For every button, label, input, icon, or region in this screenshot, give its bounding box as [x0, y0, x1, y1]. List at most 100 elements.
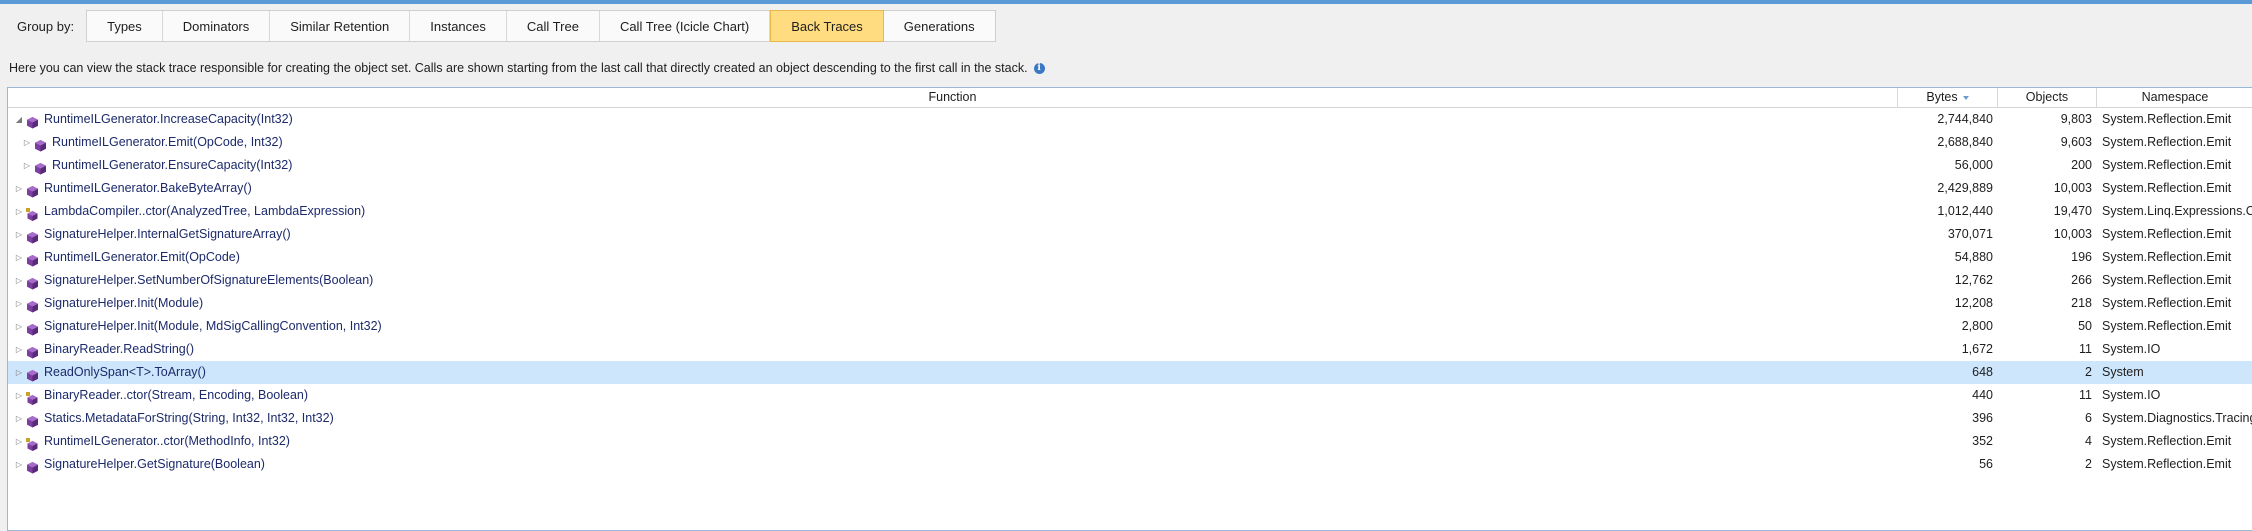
- function-name: SignatureHelper.SetNumberOfSignatureElem…: [44, 273, 374, 287]
- tab-call-tree[interactable]: Call Tree: [507, 11, 600, 41]
- namespace-value: System.Reflection.Emit: [2102, 135, 2232, 149]
- table-row[interactable]: ▷ RuntimeILGenerator..ctor(MethodInfo, In…: [8, 430, 2252, 453]
- sort-descending-icon: [1962, 95, 1969, 100]
- function-name: RuntimeILGenerator..ctor(MethodInfo, Int…: [44, 434, 290, 448]
- table-row[interactable]: ▷ SignatureHelper.Init(Module, MdSigCalli…: [8, 315, 2252, 338]
- expand-icon[interactable]: ▷: [14, 407, 24, 430]
- method-icon: [26, 182, 39, 198]
- namespace-value: System.Linq.Expressions.Compiler: [2102, 204, 2252, 218]
- method-icon: [26, 320, 39, 336]
- table-row[interactable]: ▷ RuntimeILGenerator.Emit(OpCode, Int32) 2…: [8, 131, 2252, 154]
- column-header-namespace[interactable]: Namespace: [2097, 88, 2252, 107]
- namespace-value: System.IO: [2102, 342, 2161, 356]
- bytes-value: 1,672: [1961, 342, 1993, 356]
- expand-icon[interactable]: ▷: [14, 361, 24, 384]
- expand-icon[interactable]: ▷: [14, 223, 24, 246]
- table-row[interactable]: ▷ ReadOnlySpan<T>.ToArray() 648 2 System: [8, 361, 2252, 384]
- table-row[interactable]: ▷ SignatureHelper.SetNumberOfSignatureEle…: [8, 269, 2252, 292]
- expand-icon[interactable]: ▷: [14, 246, 24, 269]
- function-name: SignatureHelper.InternalGetSignatureArra…: [44, 227, 291, 241]
- objects-value: 9,803: [2060, 112, 2092, 126]
- namespace-value: System.Reflection.Emit: [2102, 250, 2232, 264]
- expand-icon[interactable]: ▷: [14, 292, 24, 315]
- objects-value: 50: [2078, 319, 2092, 333]
- tab-dominators[interactable]: Dominators: [163, 11, 271, 41]
- namespace-value: System.Reflection.Emit: [2102, 296, 2232, 310]
- expand-icon[interactable]: ▷: [22, 154, 32, 177]
- tab-types[interactable]: Types: [87, 11, 163, 41]
- function-name: SignatureHelper.GetSignature(Boolean): [44, 457, 265, 471]
- namespace-value: System.Reflection.Emit: [2102, 273, 2232, 287]
- function-name: RuntimeILGenerator.Emit(OpCode, Int32): [52, 135, 283, 149]
- objects-value: 10,003: [2053, 227, 2092, 241]
- objects-value: 218: [2071, 296, 2092, 310]
- expand-icon[interactable]: ▷: [14, 453, 24, 476]
- method-icon: [34, 136, 47, 152]
- method-icon: [26, 228, 39, 244]
- table-row[interactable]: ▷ RuntimeILGenerator.Emit(OpCode) 54,880 19…: [8, 246, 2252, 269]
- window-top-accent: [0, 0, 2252, 4]
- method-icon: [26, 251, 39, 267]
- tab-back-traces[interactable]: Back Traces: [770, 10, 884, 42]
- bytes-value: 56,000: [1954, 158, 1993, 172]
- table-row[interactable]: ▷ BinaryReader.ReadString() 1,672 11 System.…: [8, 338, 2252, 361]
- table-row[interactable]: ▷ SignatureHelper.Init(Module) 12,208 218 Sy…: [8, 292, 2252, 315]
- table-row[interactable]: ▷ BinaryReader..ctor(Stream, Encoding, Bo…: [8, 384, 2252, 407]
- bytes-value: 370,071: [1947, 227, 1993, 241]
- bytes-value: 2,429,889: [1937, 181, 1993, 195]
- tab-instances[interactable]: Instances: [410, 11, 507, 41]
- method-icon: [26, 412, 39, 428]
- bytes-value: 12,208: [1954, 296, 1993, 310]
- tab-similar-retention[interactable]: Similar Retention: [270, 11, 411, 41]
- expand-icon[interactable]: ▷: [14, 338, 24, 361]
- expand-icon[interactable]: ▷: [14, 430, 24, 453]
- namespace-value: System: [2102, 365, 2144, 379]
- function-name: RuntimeILGenerator.EnsureCapacity(Int32): [52, 158, 293, 172]
- expand-icon[interactable]: ▷: [22, 131, 32, 154]
- objects-value: 11: [2079, 342, 2092, 356]
- table-row[interactable]: ▷ RuntimeILGenerator.EnsureCapacity(Int32…: [8, 154, 2252, 177]
- namespace-value: System.Reflection.Emit: [2102, 319, 2232, 333]
- group-by-label: Group by:: [17, 18, 75, 34]
- hint-message: Here you can view the stack trace respon…: [9, 61, 1028, 75]
- table-row[interactable]: ▷ LambdaCompiler..ctor(AnalyzedTree, Lamb…: [8, 200, 2252, 223]
- constructor-icon: [26, 389, 39, 405]
- table-row[interactable]: ▷ Statics.MetadataForString(String, Int32…: [8, 407, 2252, 430]
- table-row[interactable]: ◢ RuntimeILGenerator.IncreaseCapacity(Int…: [8, 108, 2252, 131]
- method-icon: [26, 366, 39, 382]
- column-header-bytes[interactable]: Bytes: [1898, 88, 1998, 107]
- objects-value: 19,470: [2053, 204, 2092, 218]
- namespace-value: System.Reflection.Emit: [2102, 181, 2232, 195]
- table-row[interactable]: ▷ RuntimeILGenerator.BakeByteArray() 2,429…: [8, 177, 2252, 200]
- function-name: BinaryReader..ctor(Stream, Encoding, Boo…: [44, 388, 309, 402]
- info-icon[interactable]: i: [1033, 62, 1045, 74]
- expand-icon[interactable]: ▷: [14, 269, 24, 292]
- objects-value: 10,003: [2053, 181, 2092, 195]
- tab-generations[interactable]: Generations: [884, 11, 995, 41]
- back-traces-grid: Function Bytes Objects Namespace ◢ Runtim…: [7, 87, 2252, 531]
- expand-icon[interactable]: ▷: [14, 177, 24, 200]
- namespace-value: System.Reflection.Emit: [2102, 434, 2232, 448]
- bytes-value: 56: [1979, 457, 1993, 471]
- objects-value: 266: [2071, 273, 2092, 287]
- tab-call-tree-icicle-chart[interactable]: Call Tree (Icicle Chart): [600, 11, 771, 41]
- expand-icon[interactable]: ▷: [14, 315, 24, 338]
- table-row[interactable]: ▷ SignatureHelper.InternalGetSignatureArr…: [8, 223, 2252, 246]
- expand-icon[interactable]: ▷: [14, 384, 24, 407]
- method-icon: [34, 159, 47, 175]
- objects-value: 200: [2071, 158, 2092, 172]
- collapse-icon[interactable]: ◢: [14, 108, 24, 131]
- group-by-tabs: Types Dominators Similar Retention Instance…: [86, 10, 996, 42]
- objects-value: 6: [2085, 411, 2092, 425]
- namespace-value: System.Reflection.Emit: [2102, 457, 2232, 471]
- function-name: Statics.MetadataForString(String, Int32,…: [44, 411, 334, 425]
- namespace-value: System.Reflection.Emit: [2102, 158, 2232, 172]
- table-row[interactable]: ▷ SignatureHelper.GetSignature(Boolean) 56…: [8, 453, 2252, 476]
- bytes-value: 440: [1972, 388, 1993, 402]
- namespace-value: System.Diagnostics.Tracing: [2102, 411, 2252, 425]
- expand-icon[interactable]: ▷: [14, 200, 24, 223]
- function-name: RuntimeILGenerator.BakeByteArray(): [44, 181, 252, 195]
- column-header-objects[interactable]: Objects: [1998, 88, 2097, 107]
- column-header-function[interactable]: Function: [8, 88, 1898, 107]
- namespace-value: System.Reflection.Emit: [2102, 227, 2232, 241]
